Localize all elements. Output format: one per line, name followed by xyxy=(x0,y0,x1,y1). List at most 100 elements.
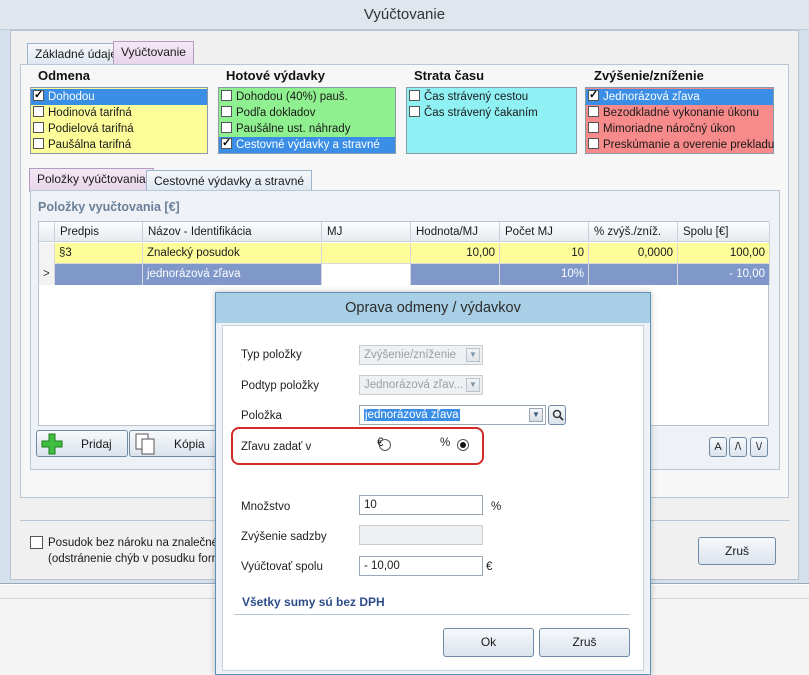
option-hodinova-tarifna[interactable]: Hodinová tarifná xyxy=(33,105,132,121)
dialog-divider xyxy=(234,614,630,615)
column-header-spolu[interactable]: Spolu [€] xyxy=(678,222,770,242)
cell-spolu[interactable]: 100,00 xyxy=(678,243,770,264)
group-title-strata: Strata času xyxy=(414,68,485,83)
polozka-label: Položka xyxy=(241,410,282,422)
column-header-marker xyxy=(39,222,55,242)
grid-title: Položky vyučtovania [€] xyxy=(38,200,180,214)
group-hotove-vydavky: Dohodou (40%) pauš. Podľa dokladov Paušá… xyxy=(218,87,396,154)
mnozstvo-input[interactable]: 10 xyxy=(359,495,483,515)
chevron-down-icon: ▼ xyxy=(466,378,480,392)
zlava-label: Zľavu zadať v xyxy=(241,441,312,453)
search-button[interactable] xyxy=(548,405,566,425)
checkbox-dohodou[interactable] xyxy=(33,87,44,103)
checkbox-pausalna[interactable] xyxy=(33,138,44,149)
checkbox-podielova[interactable] xyxy=(33,122,44,133)
option-bezodkladne[interactable]: Bezodkladné vykonanie úkonu xyxy=(588,105,759,121)
tab-zakladne-udaje[interactable]: Základné údaje xyxy=(27,43,126,65)
checkbox-pausalne-nahrady[interactable] xyxy=(221,122,232,133)
cancel-button[interactable]: Zruš xyxy=(698,537,776,565)
table-row[interactable]: > jednorázová zľava 10% - 10,00 xyxy=(39,264,770,285)
cell-hodnota[interactable]: 10,00 xyxy=(411,243,500,264)
cell-mj[interactable] xyxy=(322,264,411,285)
cell-predpis[interactable] xyxy=(55,264,143,285)
option-jednorazova-zlava[interactable]: Jednorázová zľava xyxy=(586,87,773,105)
polozka-select[interactable]: jednorázová zľava ▼ xyxy=(359,405,546,425)
option-cas-cestou[interactable]: Čas strávený cestou xyxy=(409,89,528,105)
nav-down-button[interactable]: \/ xyxy=(750,437,768,457)
checkbox-bezodkladne[interactable] xyxy=(588,106,599,117)
option-mimoriadne[interactable]: Mimoriadne náročný úkon xyxy=(588,121,735,137)
copy-button[interactable]: Kópia xyxy=(129,430,219,457)
group-strata-casu: Čas strávený cestou Čas strávený čakaním xyxy=(406,87,577,154)
column-header-predpis[interactable]: Predpis xyxy=(55,222,143,242)
column-header-percent[interactable]: % zvýš./zníž. xyxy=(589,222,678,242)
nav-up-button[interactable]: /\ xyxy=(729,437,747,457)
checkbox-mimoriadne[interactable] xyxy=(588,122,599,133)
checkbox-hodinova[interactable] xyxy=(33,106,44,117)
checkbox-podla-dokladov[interactable] xyxy=(221,106,232,117)
subtab-cestovne-vydavky[interactable]: Cestovné výdavky a stravné xyxy=(146,170,313,192)
checkbox-cas-cakanim[interactable] xyxy=(409,106,420,117)
group-title-zvysenie: Zvýšenie/zníženie xyxy=(594,68,704,83)
option-cas-cakanim[interactable]: Čas strávený čakaním xyxy=(409,105,538,121)
chevron-down-icon[interactable]: ▼ xyxy=(529,408,543,422)
cell-hodnota[interactable] xyxy=(411,264,500,285)
tab-vyuctovanie[interactable]: Vyúčtovanie xyxy=(113,41,194,65)
cell-nazov[interactable]: Znalecký posudok xyxy=(143,243,322,264)
chevron-down-icon: ▼ xyxy=(466,348,480,362)
cell-percent[interactable]: 0,0000 xyxy=(589,243,678,264)
column-header-hodnota[interactable]: Hodnota/MJ xyxy=(411,222,500,242)
typ-polozky-label: Typ položky xyxy=(241,349,302,361)
typ-polozky-select[interactable]: Zvýšenie/zníženie ▼ xyxy=(359,345,483,365)
radio-eur-label: € xyxy=(377,437,384,449)
posudok-bez-naroku-checkbox[interactable] xyxy=(30,536,43,549)
group-title-hotove: Hotové výdavky xyxy=(226,68,325,83)
cell-mj[interactable] xyxy=(322,243,411,264)
option-dohodou[interactable]: Dohodou xyxy=(31,87,207,105)
cell-predpis[interactable]: §3 xyxy=(55,243,143,264)
option-pausalne-nahrady[interactable]: Paušálne ust. náhrady xyxy=(221,121,350,137)
radio-percent[interactable] xyxy=(456,439,469,451)
option-podla-dokladov[interactable]: Podľa dokladov xyxy=(221,105,315,121)
checkbox-cestovne[interactable] xyxy=(221,135,232,151)
podtyp-polozky-select[interactable]: Jednorázová zľav... ▼ xyxy=(359,375,483,395)
option-dohodou-pausal[interactable]: Dohodou (40%) pauš. xyxy=(221,89,348,105)
option-cestovne-vydavky[interactable]: Cestovné výdavky a stravné xyxy=(219,135,395,153)
dialog-title: Oprava odmeny / výdavkov xyxy=(345,300,521,316)
checkbox-dohodou-pausal[interactable] xyxy=(221,90,232,101)
radio-percent-label: % xyxy=(440,437,451,449)
option-podielova-tarifna[interactable]: Podielová tarifná xyxy=(33,121,134,137)
row-marker: > xyxy=(39,264,55,285)
add-button[interactable]: Pridaj xyxy=(36,430,128,457)
option-preskumanie[interactable]: Preskúmanie a overenie prekladu xyxy=(588,137,774,153)
copy-icon xyxy=(135,433,155,455)
cell-pocet[interactable]: 10 xyxy=(500,243,589,264)
checkbox-jednorazova-zlava[interactable] xyxy=(588,87,599,103)
mnozstvo-label: Množstvo xyxy=(241,501,291,513)
search-icon xyxy=(552,409,564,421)
vat-note: Všetky sumy sú bez DPH xyxy=(242,595,385,609)
vyuctovat-spolu-unit: € xyxy=(486,561,493,573)
cell-nazov[interactable]: jednorázová zľava xyxy=(143,264,322,285)
group-odmena: Dohodou Hodinová tarifná Podielová tarif… xyxy=(30,87,208,154)
option-pausalna-tarifna[interactable]: Paušálna tarifná xyxy=(33,137,131,153)
checkbox-preskumanie[interactable] xyxy=(588,138,599,149)
nav-first-button[interactable]: A xyxy=(709,437,727,457)
cell-pocet[interactable]: 10% xyxy=(500,264,589,285)
group-zvysenie-znizenie: Jednorázová zľava Bezodkladné vykonanie … xyxy=(585,87,774,154)
column-header-mj[interactable]: MJ xyxy=(322,222,411,242)
posudok-checkbox-label: Posudok bez nároku na znalečné (odstráne… xyxy=(48,537,228,565)
table-row[interactable]: §3 Znalecký posudok 10,00 10 0,0000 100,… xyxy=(39,243,770,264)
window-title: Vyúčtovanie xyxy=(363,6,446,23)
cell-spolu[interactable]: - 10,00 xyxy=(678,264,770,285)
podtyp-polozky-label: Podtyp položky xyxy=(241,380,319,392)
dialog-cancel-button[interactable]: Zruš xyxy=(539,628,630,657)
ok-button[interactable]: Ok xyxy=(443,628,534,657)
zvysenie-sadzby-input[interactable] xyxy=(359,525,483,545)
column-header-pocet[interactable]: Počet MJ xyxy=(500,222,589,242)
column-header-nazov[interactable]: Názov - Identifikácia xyxy=(143,222,322,242)
subtab-polozky-vyuctovania[interactable]: Položky vyúčtovania xyxy=(29,168,154,192)
cell-percent[interactable] xyxy=(589,264,678,285)
checkbox-cas-cestou[interactable] xyxy=(409,90,420,101)
group-title-odmena: Odmena xyxy=(38,68,91,83)
